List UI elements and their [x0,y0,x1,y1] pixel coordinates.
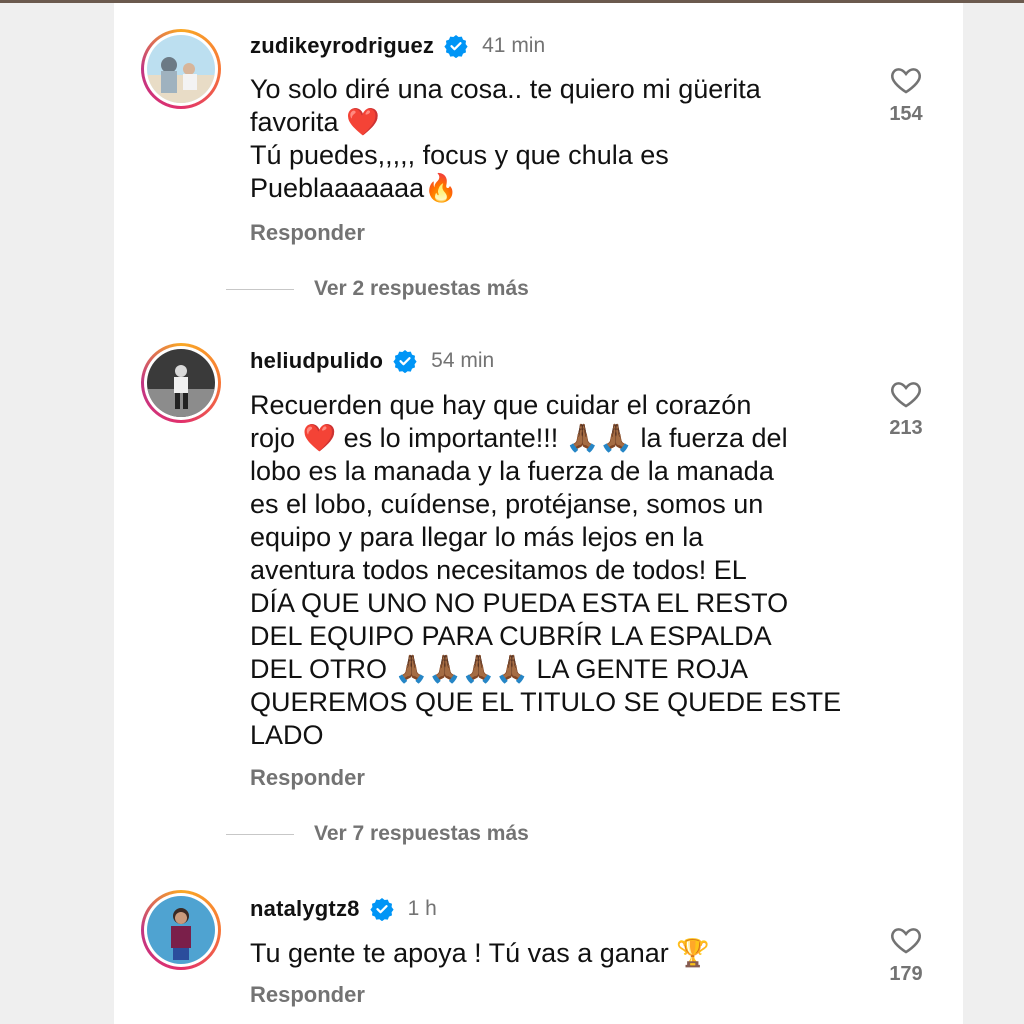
avatar-photo-beach [147,35,215,103]
comment-line: Tu gente te apoya ! Tú vas a ganar 🏆 [250,938,710,968]
username-link[interactable]: zudikeyrodriguez [250,33,434,59]
avatar[interactable] [141,890,221,970]
comment-line: rojo ❤️ es lo importante!!! 🙏🏾🙏🏾 la fuer… [250,423,788,453]
comment-line: Tú puedes,,,,, focus y que chula es [250,140,669,170]
comment-line: aventura todos necesitamos de todos! EL [250,555,747,585]
comment-time: 1 h [407,897,437,920]
comment-header: natalygtz8 1 h [250,895,437,923]
view-more-replies[interactable]: Ver 2 respuestas más [226,277,529,301]
comment-time: 54 min [431,349,495,372]
reply-button[interactable]: Responder [250,220,365,246]
comment-line: lobo es la manada y la fuerza de la mana… [250,456,774,486]
comment-text: Tu gente te apoya ! Tú vas a ganar 🏆 [250,937,850,970]
view-more-replies[interactable]: Ver 7 respuestas más [226,822,529,846]
thread-divider [226,833,294,835]
verified-badge-icon [393,349,417,374]
comment-line: DÍA QUE UNO NO PUEDA ESTA EL RESTO [250,588,789,618]
comments-panel: zudikeyrodriguez 41 min Yo solo diré una… [114,3,963,1024]
comment-line: QUEREMOS QUE EL TITULO SE QUEDE ESTE [250,687,842,717]
comment-line: Recuerden que hay que cuidar el corazón [250,390,752,420]
avatar[interactable] [141,29,221,109]
reply-button[interactable]: Responder [250,765,365,791]
comment-line: Pueblaaaaaaa🔥 [250,173,458,203]
thread-divider [226,288,294,290]
heart-icon[interactable] [889,377,923,411]
like-control: 154 [876,63,936,126]
heart-icon[interactable] [889,923,923,957]
view-more-replies-label[interactable]: Ver 2 respuestas más [314,277,529,301]
like-count: 213 [889,417,923,439]
reply-button[interactable]: Responder [250,982,365,1008]
comment-line: DEL EQUIPO PARA CUBRÍR LA ESPALDA [250,621,772,651]
comment-line: equipo y para llegar lo más lejos en la [250,522,704,552]
heart-icon[interactable] [889,63,923,97]
view-more-replies-label[interactable]: Ver 7 respuestas más [314,822,529,846]
like-control: 179 [876,923,936,986]
verified-badge-icon [369,897,394,922]
comment-time: 41 min [482,34,546,57]
comment-line: LADO [250,720,324,750]
username-link[interactable]: heliudpulido [250,348,383,374]
like-count: 179 [889,963,923,985]
avatar-photo-player [147,896,215,964]
comment-line: Yo solo diré una cosa.. te quiero mi güe… [250,74,761,104]
avatar-photo-bw [147,349,215,417]
comment-line: DEL OTRO 🙏🏾🙏🏾🙏🏾🙏🏾 LA GENTE ROJA [250,654,749,684]
comment-header: heliudpulido 54 min [250,347,494,375]
comment-line: es el lobo, cuídense, protéjanse, somos … [250,489,764,519]
comment-text: Recuerden que hay que cuidar el corazón … [250,389,870,752]
comment-header: zudikeyrodriguez 41 min [250,32,545,60]
comment-line: favorita ❤️ [250,107,380,137]
comment-text: Yo solo diré una cosa.. te quiero mi güe… [250,73,850,205]
avatar[interactable] [141,343,221,423]
like-count: 154 [889,103,923,125]
verified-badge-icon [444,34,468,59]
username-link[interactable]: natalygtz8 [250,896,360,922]
like-control: 213 [876,377,936,440]
